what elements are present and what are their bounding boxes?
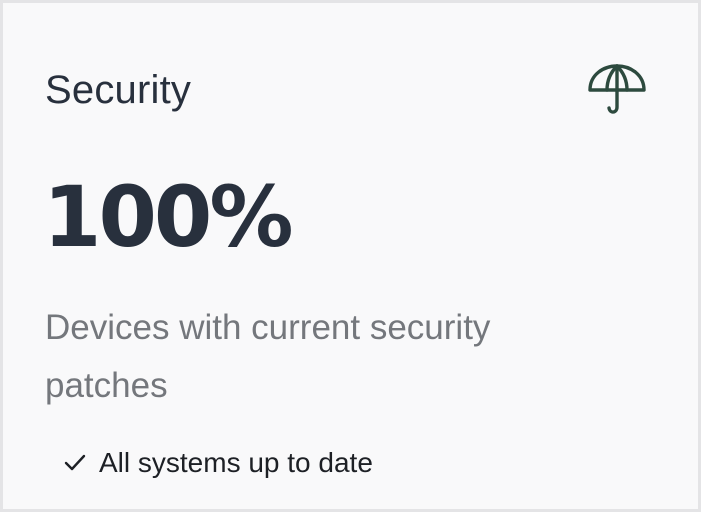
- status-text: All systems up to date: [99, 447, 373, 478]
- metric-description: Devices with current security patches: [45, 308, 491, 405]
- umbrella-icon: [588, 64, 646, 114]
- card-title: Security: [45, 68, 192, 112]
- status-line: All systems up to date: [64, 443, 373, 483]
- check-icon: [64, 454, 86, 471]
- security-metric-value: 100%: [43, 168, 294, 266]
- security-card: Security 100% Devices with current secur…: [0, 0, 701, 512]
